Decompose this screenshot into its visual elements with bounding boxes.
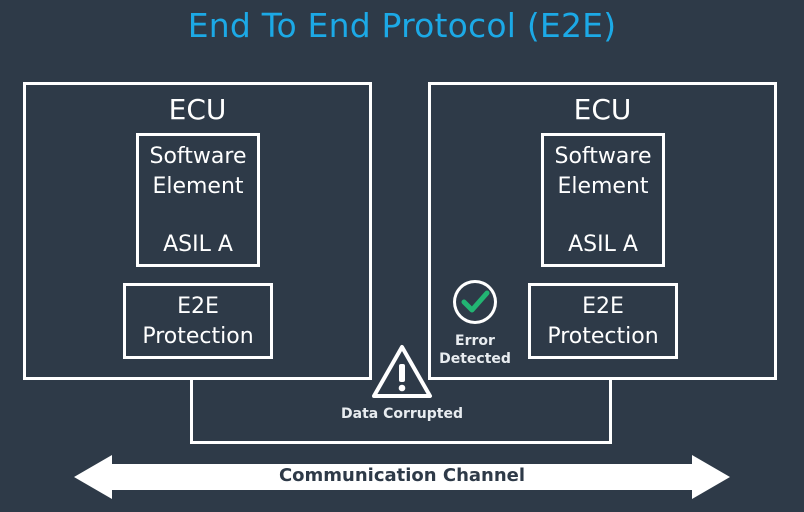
e2e-protection-box: E2E Protection	[123, 283, 273, 359]
warning-triangle-icon	[371, 344, 433, 400]
software-element-box: Software Element ASIL A	[541, 133, 665, 267]
protection-label: Protection	[142, 324, 254, 349]
error-label-line2: Detected	[439, 351, 511, 367]
software-element-label: Software Element	[149, 144, 247, 199]
ecu-box-left: ECU Software Element ASIL A E2E Protecti…	[23, 82, 372, 380]
protection-label: Protection	[547, 324, 659, 349]
ecu-label: ECU	[168, 93, 227, 126]
e2e-label: E2E	[582, 294, 624, 319]
asil-label: ASIL A	[568, 232, 638, 257]
diagram-title: End To End Protocol (E2E)	[187, 6, 617, 45]
check-circle-icon	[450, 277, 500, 327]
error-label-line1: Error	[455, 333, 495, 349]
e2e-label: E2E	[177, 294, 219, 319]
data-corrupted-label: Data Corrupted	[341, 406, 463, 422]
asil-label: ASIL A	[163, 232, 233, 257]
error-detected-label: Error Detected	[436, 332, 514, 368]
software-element-box: Software Element ASIL A	[136, 133, 260, 267]
communication-channel-label: Communication Channel	[278, 465, 526, 486]
e2e-protection-box: E2E Protection	[528, 283, 678, 359]
ecu-label: ECU	[573, 93, 632, 126]
software-element-label: Software Element	[554, 144, 652, 199]
